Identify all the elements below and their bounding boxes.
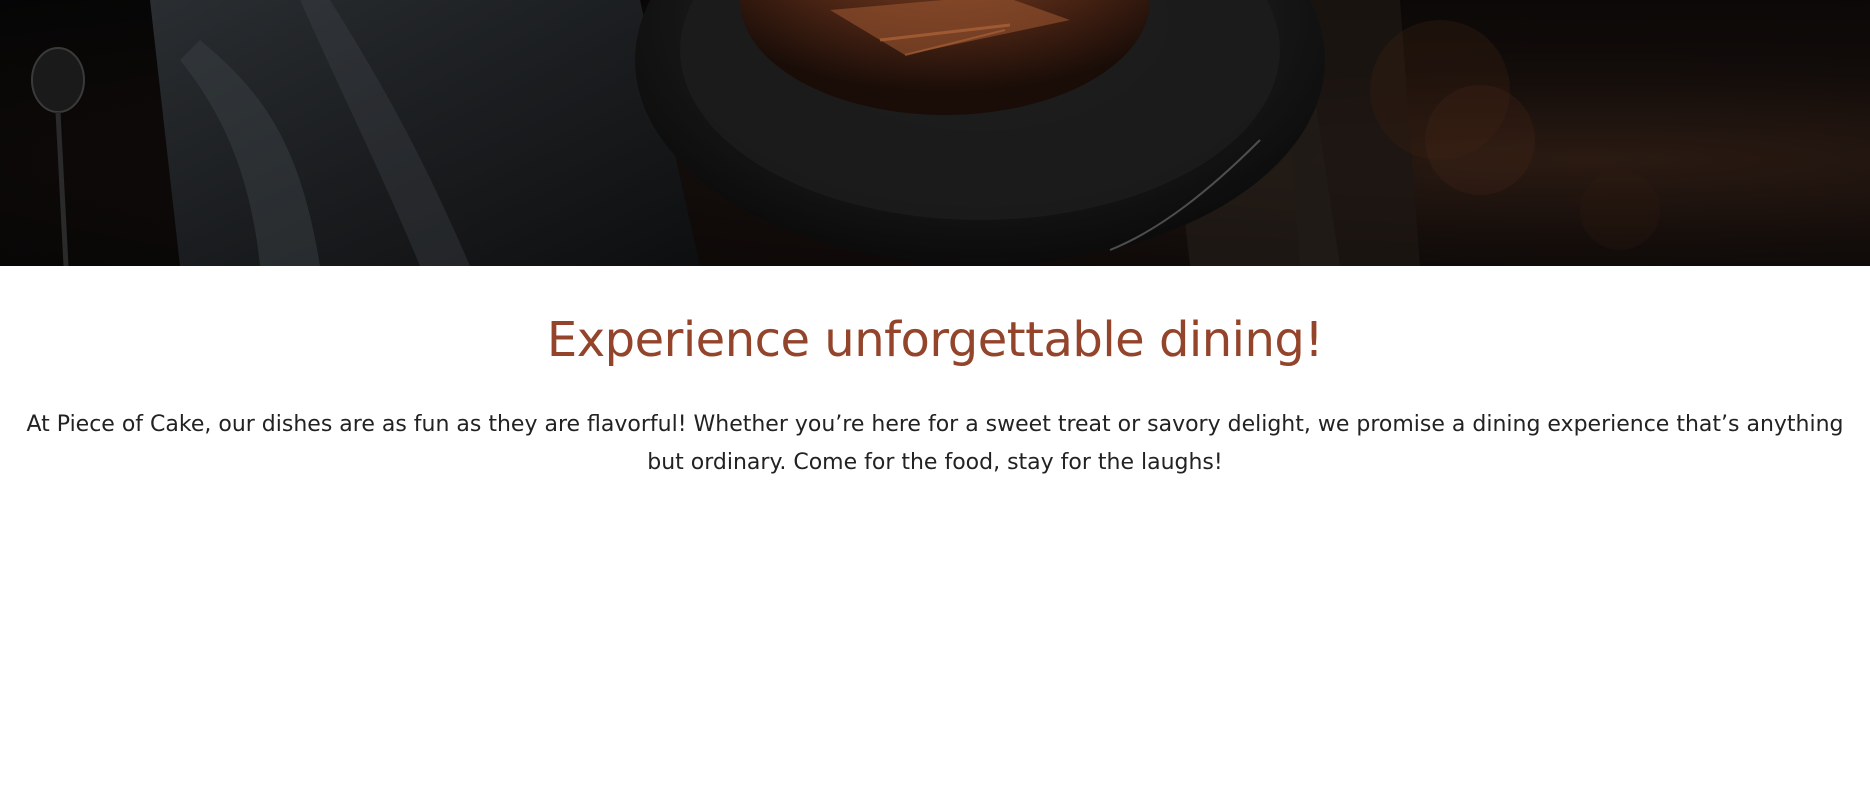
intro-paragraph: At Piece of Cake, our dishes are as fun …: [26, 411, 1844, 475]
page: Experience unforgettable dining! At Piec…: [0, 0, 1870, 794]
intro-section: Experience unforgettable dining! At Piec…: [0, 266, 1870, 482]
hero-dessert-photo-icon: [31, 0, 1660, 266]
hero-banner: [0, 0, 1870, 266]
page-headline: Experience unforgettable dining!: [546, 312, 1324, 368]
